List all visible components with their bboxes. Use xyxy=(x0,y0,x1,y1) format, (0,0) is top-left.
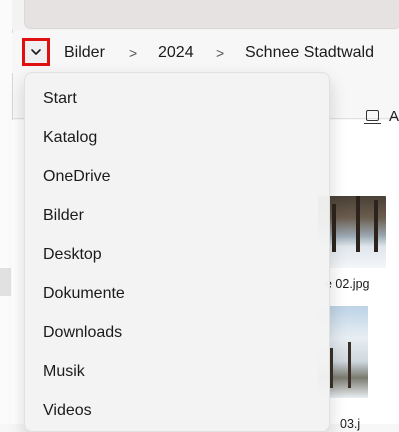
breadcrumb-item-bilder[interactable]: Bilder xyxy=(64,43,105,63)
file-name[interactable]: 03.j xyxy=(340,417,360,431)
menu-item-dokumente[interactable]: Dokumente xyxy=(26,274,328,313)
menu-item-downloads[interactable]: Downloads xyxy=(26,313,328,352)
breadcrumb-item-schnee-stadtwald[interactable]: Schnee Stadtwald xyxy=(245,43,374,63)
breadcrumb-separator[interactable]: > xyxy=(129,43,137,63)
menu-item-bilder[interactable]: Bilder xyxy=(26,196,328,235)
tree-trunk xyxy=(356,196,360,252)
breadcrumb-dropdown-menu: Start Katalog OneDrive Bilder Desktop Do… xyxy=(24,72,330,432)
tree-trunk xyxy=(330,348,333,388)
tree-trunk xyxy=(332,204,336,252)
toolbar-button-label[interactable]: A xyxy=(389,108,399,125)
menu-item-videos[interactable]: Videos xyxy=(26,391,328,430)
tree-trunk xyxy=(348,342,351,388)
menu-item-katalog[interactable]: Katalog xyxy=(26,118,328,157)
menu-item-musik[interactable]: Musik xyxy=(26,352,328,391)
chevron-down-icon xyxy=(31,49,41,55)
breadcrumb-expand-button[interactable] xyxy=(22,38,50,66)
menu-item-start[interactable]: Start xyxy=(26,79,328,118)
navigation-pane-selection xyxy=(0,268,11,296)
tree-trunk xyxy=(374,200,378,252)
view-icon[interactable] xyxy=(364,110,381,124)
menu-item-desktop[interactable]: Desktop xyxy=(26,235,328,274)
file-name[interactable]: e 02.jpg xyxy=(325,277,369,291)
breadcrumb-item-2024[interactable]: 2024 xyxy=(158,43,194,63)
breadcrumb-separator[interactable]: > xyxy=(216,43,224,63)
address-bar[interactable] xyxy=(24,0,399,29)
menu-item-onedrive[interactable]: OneDrive xyxy=(26,157,328,196)
